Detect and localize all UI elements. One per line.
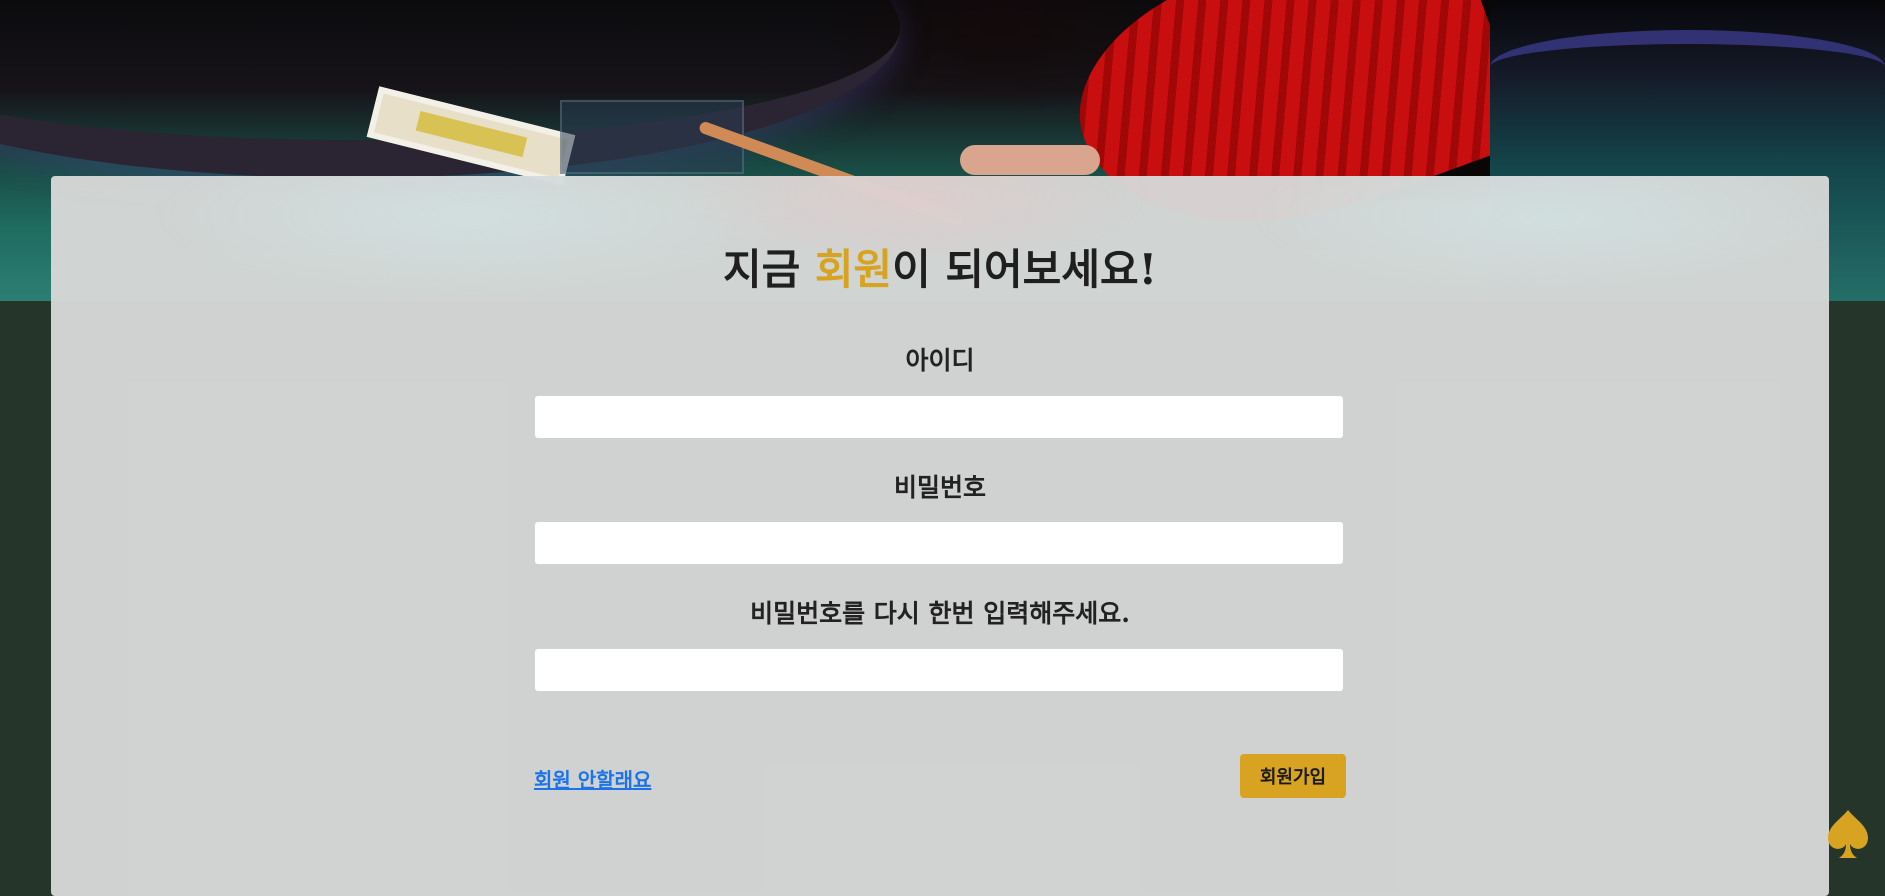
dealer-hand <box>960 145 1100 175</box>
spade-icon[interactable] <box>1826 808 1870 862</box>
id-label: 아이디 <box>905 346 975 375</box>
signup-panel: 지금 회원이 되어보세요! 아이디 비밀번호 비밀번호를 다시 한번 입력해주세… <box>51 176 1829 896</box>
title-accent: 회원 <box>814 245 893 294</box>
decline-signup-link[interactable]: 회원 안할래요 <box>534 764 651 793</box>
password-label: 비밀번호 <box>893 473 986 502</box>
id-input[interactable] <box>534 395 1344 439</box>
signup-button[interactable]: 회원가입 <box>1240 754 1346 798</box>
title-prefix: 지금 <box>722 245 815 294</box>
password-input[interactable] <box>534 521 1344 565</box>
title-suffix: 이 되어보세요! <box>892 245 1158 294</box>
page-title: 지금 회원이 되어보세요! <box>51 236 1829 297</box>
password-confirm-label: 비밀번호를 다시 한번 입력해주세요. <box>750 599 1130 628</box>
password-confirm-input[interactable] <box>534 648 1344 692</box>
